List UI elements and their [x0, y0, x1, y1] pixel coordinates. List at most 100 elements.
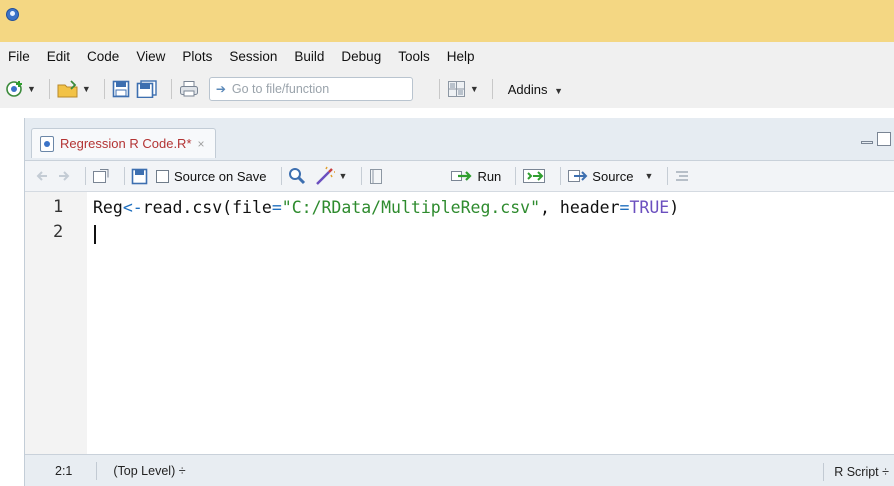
file-type-selector[interactable]: R Script ÷	[834, 465, 889, 479]
editor-toolbar-divider	[85, 167, 86, 185]
save-button[interactable]	[112, 77, 130, 101]
menu-session[interactable]: Session	[229, 49, 277, 64]
status-right: R Script ÷	[823, 463, 889, 481]
tab-regression-r-code[interactable]: Regression R Code.R* ×	[31, 128, 216, 158]
print-icon	[179, 81, 198, 97]
addins-label: Addins	[507, 81, 548, 97]
checkbox-icon	[156, 169, 169, 183]
menu-tools[interactable]: Tools	[398, 49, 430, 64]
editor-toolbar-divider	[361, 167, 363, 185]
maximize-pane-button[interactable]	[877, 132, 891, 146]
tab-label: Regression R Code.R*	[60, 136, 192, 151]
save-icon	[112, 80, 130, 98]
chevron-down-icon: ▼	[644, 171, 654, 181]
main-toolbar: ▼ ▼ ➔ Go to file/function ▼ Addins ▼	[0, 70, 894, 108]
save-all-button[interactable]	[136, 77, 158, 101]
menu-build[interactable]: Build	[294, 49, 324, 64]
scope-selector[interactable]: (Top Level) ÷	[113, 464, 185, 478]
run-label: Run	[477, 168, 502, 184]
toolbar-divider	[170, 79, 172, 99]
menu-edit[interactable]: Edit	[47, 49, 70, 64]
compile-report-button[interactable]	[368, 168, 384, 185]
save-icon	[131, 168, 148, 184]
rerun-icon	[523, 169, 546, 183]
back-button[interactable]	[35, 169, 49, 183]
workspace-panes-button[interactable]: ▼	[447, 77, 479, 101]
toolbar-divider	[48, 79, 50, 99]
menu-help[interactable]: Help	[447, 49, 475, 64]
code-token-operator: =	[271, 198, 282, 217]
editor-save-button[interactable]	[131, 168, 148, 185]
code-token-keyword: TRUE	[629, 198, 670, 217]
code-token-paren: )	[669, 198, 680, 217]
print-button[interactable]	[179, 77, 199, 101]
code-token-string: "C:/RData/MultipleReg.csv"	[281, 198, 541, 217]
run-icon	[451, 171, 472, 181]
close-icon[interactable]: ×	[198, 137, 205, 151]
new-file-icon	[6, 81, 22, 97]
chevron-down-icon: ▼	[27, 84, 36, 94]
chevron-down-icon: ▼	[338, 171, 348, 181]
notebook-icon	[370, 168, 383, 184]
status-divider	[823, 463, 825, 481]
pane-window-controls	[861, 132, 891, 146]
source-on-save-checkbox[interactable]: Source on Save	[156, 169, 267, 184]
outline-icon	[676, 171, 689, 181]
editor-status-bar: 2:1 (Top Level) ÷ R Script ÷	[25, 454, 894, 486]
rstudio-logo-icon	[6, 8, 19, 21]
menu-bar: File Edit Code View Plots Session Build …	[0, 42, 894, 70]
code-tools-button[interactable]: ▼	[314, 166, 348, 186]
toolbar-divider	[491, 79, 493, 99]
menu-view[interactable]: View	[136, 49, 165, 64]
menu-file[interactable]: File	[8, 49, 30, 64]
source-pane: Regression R Code.R* × Source on Save ▼ …	[24, 118, 894, 486]
menu-code[interactable]: Code	[87, 49, 119, 64]
editor-toolbar-divider	[560, 167, 562, 185]
new-window-icon	[93, 169, 109, 183]
source-button[interactable]: Source	[567, 168, 634, 184]
arrow-right-icon	[59, 171, 70, 181]
editor-toolbar-divider	[280, 167, 282, 185]
editor-toolbar-divider	[124, 167, 125, 185]
code-token-argument: , header	[540, 198, 620, 217]
code-token-operator: <-	[122, 198, 143, 217]
forward-button[interactable]	[57, 169, 71, 183]
save-all-icon	[136, 80, 157, 98]
document-outline-button[interactable]	[674, 169, 690, 183]
arrow-left-icon	[36, 171, 47, 181]
code-editor[interactable]: 1 2 Reg<-read.csv(file="C:/RData/Multipl…	[25, 192, 894, 454]
addins-menu[interactable]: Addins ▼	[508, 82, 563, 97]
menu-debug[interactable]: Debug	[341, 49, 381, 64]
new-file-button[interactable]: ▼	[6, 77, 36, 101]
folder-icon	[57, 80, 78, 98]
editor-toolbar-divider	[515, 167, 517, 185]
menu-plots[interactable]: Plots	[182, 49, 212, 64]
line-number: 1	[53, 197, 64, 217]
r-file-icon	[40, 135, 54, 152]
minimize-pane-button[interactable]	[861, 140, 873, 144]
show-in-new-window-button[interactable]	[92, 168, 110, 184]
title-bar	[0, 0, 894, 42]
search-icon	[288, 168, 305, 185]
code-line-1[interactable]: Reg<-read.csv(file="C:/RData/MultipleReg…	[93, 198, 679, 217]
source-label: Source	[592, 168, 634, 184]
cursor-position: 2:1	[55, 463, 73, 478]
toolbar-divider	[438, 79, 440, 99]
line-number: 2	[53, 222, 64, 242]
arrow-right-icon: ➔	[215, 82, 226, 96]
chevron-down-icon: ▼	[554, 85, 564, 96]
rerun-button[interactable]	[522, 168, 546, 184]
chevron-down-icon: ▼	[81, 84, 91, 94]
source-options-dropdown[interactable]: ▼	[642, 171, 654, 181]
source-on-save-label: Source on Save	[174, 168, 267, 184]
run-button[interactable]: Run	[450, 169, 501, 184]
find-replace-button[interactable]	[288, 167, 306, 185]
status-divider	[96, 461, 98, 480]
toolbar-divider	[103, 79, 105, 99]
open-file-button[interactable]: ▼	[57, 77, 91, 101]
source-icon	[568, 170, 588, 182]
go-to-file-input[interactable]: ➔ Go to file/function	[208, 77, 413, 101]
text-cursor	[94, 225, 96, 244]
go-to-file-placeholder: Go to file/function	[231, 82, 330, 96]
tab-row: Regression R Code.R* ×	[25, 118, 894, 160]
